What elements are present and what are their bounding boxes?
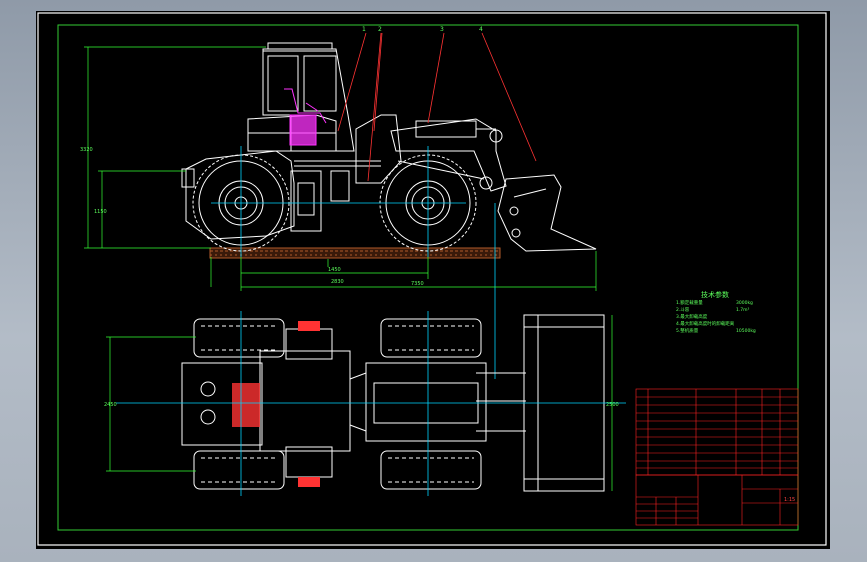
front-frame bbox=[355, 114, 402, 184]
spec-line-5: 5.整机质量 bbox=[676, 327, 699, 334]
front-chassis-top bbox=[365, 362, 487, 442]
radiator-grille bbox=[232, 383, 260, 427]
sheet-frame bbox=[37, 12, 827, 546]
dim-text: 7350 bbox=[411, 281, 424, 287]
spec-title: 技术参数 bbox=[701, 290, 729, 299]
top-centerlines bbox=[116, 311, 626, 496]
dim-text: 2450 bbox=[104, 402, 117, 408]
part-label-3: 3 bbox=[440, 26, 444, 33]
rear-light-right bbox=[298, 477, 320, 487]
title-block bbox=[635, 474, 799, 526]
articulation-top bbox=[349, 372, 367, 432]
parts-list bbox=[635, 388, 799, 476]
spec-value-5: 10500kg bbox=[736, 328, 756, 334]
part-label-1: 1 bbox=[362, 26, 366, 33]
dim-text: 1450 bbox=[328, 267, 341, 273]
drawing-canvas: 3320 1150 1450 2830 7350 1 2 3 4 2450 25… bbox=[37, 12, 827, 546]
front-right-tire bbox=[380, 450, 482, 490]
spec-line-4: 4.最大卸载高度时的卸载距离 bbox=[676, 320, 735, 327]
spec-value-2: 1.7m³ bbox=[736, 307, 750, 313]
part-label-2: 2 bbox=[378, 26, 382, 33]
spec-line-1: 1.额定载重量 bbox=[676, 299, 703, 306]
bucket-side bbox=[497, 174, 597, 252]
side-view bbox=[181, 42, 597, 259]
spec-value-1: 3000kg bbox=[736, 300, 753, 306]
rear-right-tire bbox=[193, 450, 285, 490]
part-leaders bbox=[337, 32, 537, 182]
boom-arm bbox=[390, 118, 507, 192]
dim-text: 2830 bbox=[331, 279, 344, 285]
rear-chassis-top bbox=[259, 350, 351, 452]
scale-text: 1:15 bbox=[784, 497, 795, 503]
rear-body bbox=[185, 150, 295, 240]
articulation-frame bbox=[290, 170, 322, 232]
part-label-4: 4 bbox=[479, 26, 483, 33]
dim-text: 1150 bbox=[94, 209, 107, 215]
side-centerlines bbox=[211, 146, 496, 379]
spec-line-3: 3.最大卸载高度 bbox=[676, 313, 708, 320]
spec-line-2: 2.斗容 bbox=[676, 306, 690, 313]
dim-text: 2500 bbox=[606, 402, 619, 408]
cad-viewport[interactable]: 3320 1150 1450 2830 7350 1 2 3 4 2450 25… bbox=[36, 11, 830, 549]
dim-text: 3320 bbox=[80, 147, 93, 153]
front-left-tire bbox=[380, 318, 482, 358]
spec-block: 技术参数 1.额定载重量 2.斗容 3.最大卸载高度 4.最大卸载高度时的卸载距… bbox=[676, 290, 756, 334]
operator-seat bbox=[284, 88, 327, 146]
rear-light-left bbox=[298, 321, 320, 331]
